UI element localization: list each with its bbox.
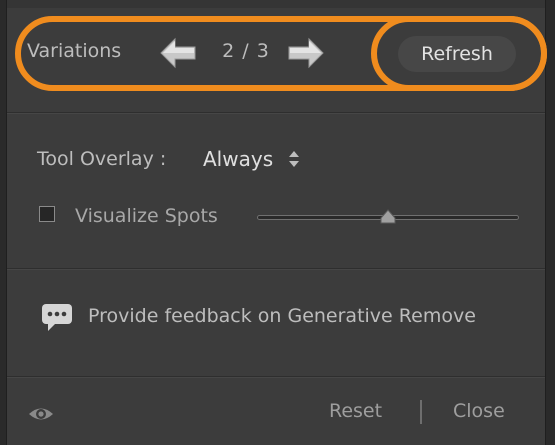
tool-overlay-label: Tool Overlay : [37, 148, 167, 170]
footer-separator [420, 400, 422, 424]
section-divider [7, 268, 545, 270]
panel-top-edge [7, 0, 545, 8]
feedback-button-icon-wrap[interactable] [41, 303, 73, 333]
eye-icon [29, 408, 53, 420]
reset-button[interactable]: Reset [329, 400, 382, 422]
section-divider [7, 376, 545, 378]
tool-overlay-stepper[interactable] [287, 150, 301, 168]
generative-remove-panel: Variations 2 / 3 Refresh Tool Overlay : … [6, 0, 547, 445]
close-button[interactable]: Close [453, 400, 505, 422]
updown-chevron-icon [289, 151, 299, 167]
section-divider [7, 112, 545, 114]
visualize-spots-checkbox[interactable] [39, 206, 55, 222]
speech-bubble-icon [42, 304, 72, 331]
before-after-toggle[interactable] [27, 404, 55, 424]
slider-thumb-icon [380, 209, 396, 224]
slider-thumb[interactable] [379, 208, 397, 226]
tool-overlay-select[interactable]: Always [203, 147, 273, 171]
visualize-spots-label: Visualize Spots [75, 205, 218, 227]
refresh-highlight-annotation [371, 16, 547, 91]
feedback-link[interactable]: Provide feedback on Generative Remove [88, 305, 476, 327]
